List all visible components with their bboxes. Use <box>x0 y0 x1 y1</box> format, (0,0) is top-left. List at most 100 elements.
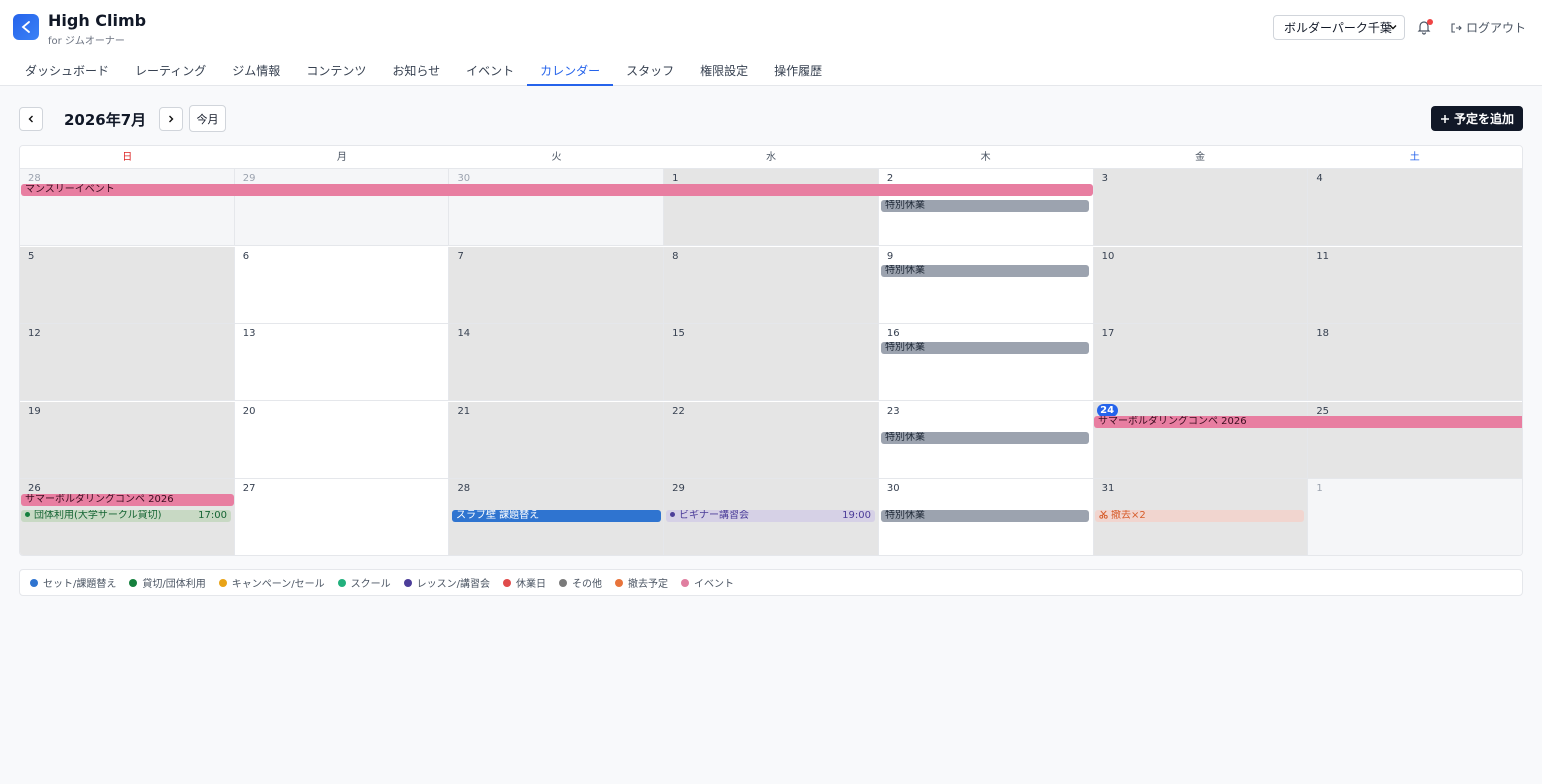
calendar-day[interactable]: 28 <box>20 169 235 245</box>
calendar-day[interactable]: 1 <box>664 169 879 245</box>
event-bar[interactable]: サマーボルダリングコンペ 2026 <box>1094 416 1522 428</box>
legend-color-dot <box>615 578 623 587</box>
calendar-day[interactable]: 20 <box>234 401 450 478</box>
prev-month-button[interactable] <box>19 107 43 131</box>
calendar-day[interactable]: 21 <box>449 401 665 478</box>
calendar-day[interactable]: 18 <box>1308 324 1522 401</box>
day-number: 17 <box>1101 328 1115 340</box>
calendar-day[interactable]: 17 <box>1093 324 1309 401</box>
add-event-label: 予定を追加 <box>1453 112 1514 126</box>
gym-select-value: ボルダーパーク千葉 <box>1284 21 1392 35</box>
main-nav: ダッシュボード レーティング ジム情報 コンテンツ お知らせ イベント カレンダ… <box>12 54 835 86</box>
legend-item: イベント <box>681 575 734 590</box>
calendar-day[interactable]: 1 <box>1308 479 1522 555</box>
event-bar[interactable]: ビギナー講習会 19:00 <box>666 510 875 522</box>
day-number: 11 <box>1316 250 1330 262</box>
tab-news[interactable]: お知らせ <box>379 54 453 86</box>
event-bar[interactable]: 特別休業 <box>881 510 1089 522</box>
weekday-fri: 金 <box>1195 152 1206 163</box>
calendar-day[interactable]: 27 <box>234 479 450 555</box>
gym-select[interactable]: ボルダーパーク千葉 <box>1273 15 1405 40</box>
calendar-day[interactable]: 29 <box>234 169 450 245</box>
calendar-day[interactable]: 3 <box>1093 169 1309 245</box>
event-bar[interactable]: スラブ壁 課題替え <box>452 510 661 522</box>
day-number: 26 <box>28 483 41 495</box>
day-number: 13 <box>242 328 256 340</box>
tab-staff[interactable]: スタッフ <box>613 54 687 86</box>
day-number: 16 <box>886 328 900 340</box>
weekday-tue: 火 <box>551 152 562 163</box>
logout-button[interactable]: ログアウト <box>1450 19 1526 36</box>
calendar-day[interactable]: 19 <box>20 401 235 478</box>
add-event-button[interactable]: 予定を追加 <box>1431 106 1523 131</box>
tab-rating[interactable]: レーティング <box>122 54 219 86</box>
day-number: 31 <box>1101 483 1115 495</box>
day-number: 18 <box>1316 328 1330 340</box>
event-time: 17:00 <box>198 510 227 521</box>
calendar-day[interactable]: 9 <box>878 246 1094 323</box>
day-number: 29 <box>672 483 685 495</box>
calendar-day[interactable]: 25 <box>1308 401 1522 478</box>
day-number: 4 <box>1316 173 1323 184</box>
day-number: 27 <box>242 483 256 495</box>
tab-calendar[interactable]: カレンダー <box>527 54 614 86</box>
legend-color-dot <box>218 578 227 587</box>
calendar-day[interactable]: 11 <box>1308 246 1522 323</box>
tab-contents[interactable]: コンテンツ <box>293 54 379 86</box>
calendar-day[interactable]: 12 <box>20 324 235 401</box>
legend-label: イベント <box>694 579 734 590</box>
chevron-down-icon <box>1389 25 1397 30</box>
legend-item: 撤去予定 <box>615 575 668 590</box>
calendar-day[interactable]: 8 <box>664 246 879 323</box>
event-bar[interactable]: 特別休業 <box>881 432 1089 444</box>
calendar-day[interactable]: 5 <box>20 246 235 323</box>
legend-item: その他 <box>559 575 602 590</box>
calendar-day[interactable]: 7 <box>449 246 665 323</box>
event-title: 団体利用(大学サークル貸切) <box>34 510 162 521</box>
calendar-day[interactable]: 30 <box>449 169 665 245</box>
chevron-right-icon <box>169 115 174 123</box>
event-bar[interactable]: マンスリーイベント <box>21 184 1093 196</box>
legend-color-dot <box>681 578 689 587</box>
day-number: 20 <box>242 405 256 417</box>
event-title: 撤去×2 <box>1111 510 1146 521</box>
event-bar[interactable]: 特別休業 <box>881 342 1089 354</box>
app-logo[interactable] <box>13 14 39 40</box>
event-bar[interactable]: 特別休業 <box>881 265 1089 277</box>
calendar-day[interactable]: 15 <box>664 324 879 401</box>
chevron-left-icon <box>28 115 33 123</box>
logout-label: ログアウト <box>1466 21 1527 35</box>
calendar-day[interactable]: 24 <box>1093 401 1309 478</box>
event-bar[interactable]: サマーボルダリングコンペ 2026 <box>21 494 234 506</box>
event-bar[interactable]: 特別休業 <box>881 200 1089 212</box>
tab-dashboard[interactable]: ダッシュボード <box>12 54 122 86</box>
next-month-button[interactable] <box>159 107 183 131</box>
this-month-button[interactable]: 今月 <box>189 105 226 132</box>
day-number: 8 <box>672 250 679 262</box>
tab-permissions[interactable]: 権限設定 <box>687 54 761 86</box>
tab-events[interactable]: イベント <box>453 54 527 86</box>
calendar-grid: 日 月 火 水 木 金 土 28 29 30 1 2 3 4 5 6 7 8 9 10 11 12 13 14 1… <box>19 145 1523 556</box>
tab-history[interactable]: 操作履歴 <box>761 54 835 86</box>
plus-icon <box>1440 114 1449 123</box>
day-number: 1 <box>672 173 679 184</box>
tab-gym-info[interactable]: ジム情報 <box>219 54 293 86</box>
calendar-day[interactable]: 16 <box>878 324 1094 401</box>
calendar-day[interactable]: 10 <box>1093 246 1309 323</box>
legend-label: スクール <box>350 579 391 590</box>
day-number: 2 <box>886 173 894 184</box>
event-dot <box>25 512 30 517</box>
calendar-day[interactable]: 13 <box>234 324 450 401</box>
calendar-day[interactable]: 6 <box>234 246 450 323</box>
legend-item: レッスン/講習会 <box>403 575 490 590</box>
scissors-icon <box>1099 510 1108 519</box>
legend-item: 休業日 <box>503 575 546 590</box>
day-number: 30 <box>886 483 900 495</box>
event-bar[interactable]: 撤去×2 <box>1095 510 1304 522</box>
event-title: ビギナー講習会 <box>679 510 749 521</box>
event-bar[interactable]: 団体利用(大学サークル貸切) 17:00 <box>21 510 231 522</box>
calendar-day[interactable]: 4 <box>1308 169 1522 245</box>
calendar-day[interactable]: 22 <box>664 401 879 478</box>
legend-item: 貸切/団体利用 <box>129 575 206 590</box>
calendar-day[interactable]: 14 <box>449 324 665 401</box>
